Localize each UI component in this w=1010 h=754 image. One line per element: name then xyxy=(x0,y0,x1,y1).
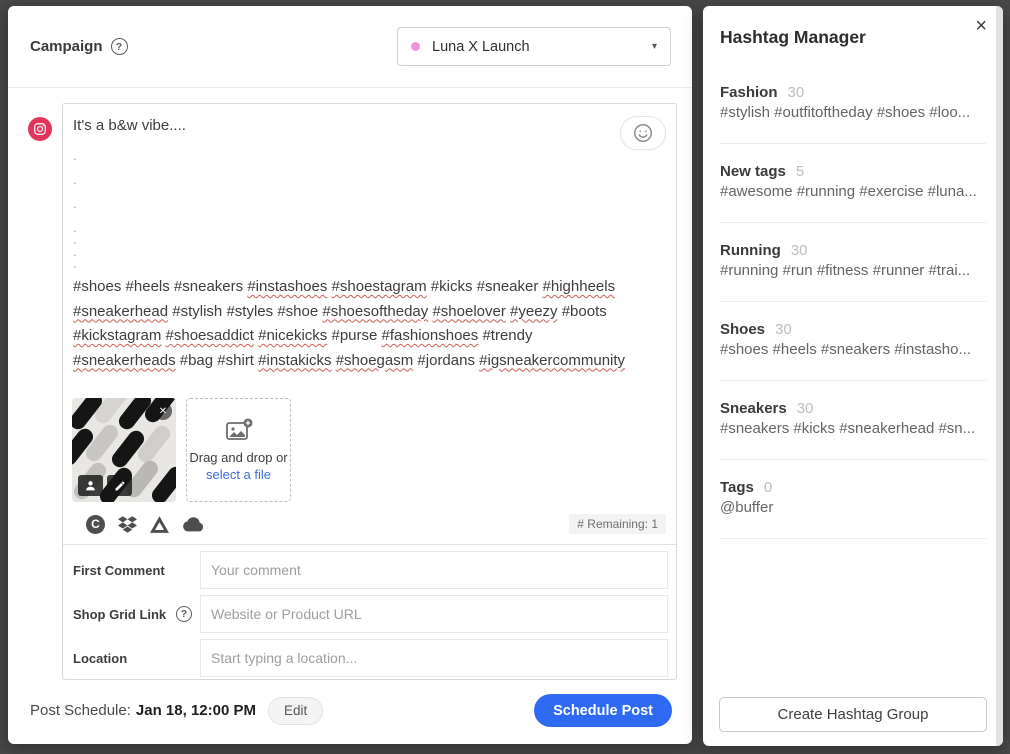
canva-icon[interactable]: C xyxy=(86,515,105,534)
hashtag: #boots xyxy=(562,303,607,320)
hashtag: #kicks xyxy=(431,278,473,295)
remaining-badge: # Remaining: 1 xyxy=(569,514,666,534)
google-drive-icon[interactable] xyxy=(150,516,169,533)
hashtag: #shoegasm xyxy=(336,352,414,369)
hashtag-block: #shoes #heels #sneakers #instashoes #sho… xyxy=(73,275,664,373)
hashtag: #heels xyxy=(126,278,170,295)
select-file-link[interactable]: select a file xyxy=(206,466,271,483)
post-schedule-value: Jan 18, 12:00 PM xyxy=(136,702,256,719)
media-sources-row: C # Remaining: 1 xyxy=(63,504,676,545)
caption-editor-card: It's a b&w vibe.... . . . . . . xyxy=(62,103,677,680)
chevron-down-icon: ▾ xyxy=(652,41,657,52)
hashtag: #shoe xyxy=(277,303,318,320)
hashtag-group-list: Fashion 30 #stylish #outfitoftheday #sho… xyxy=(720,84,986,539)
shop-grid-help-icon[interactable]: ? xyxy=(176,606,192,622)
emoji-picker-button[interactable] xyxy=(620,116,666,150)
composer-header: Campaign ? Luna X Launch ▾ xyxy=(8,6,692,88)
campaign-select[interactable]: Luna X Launch ▾ xyxy=(397,27,671,66)
hashtag: #sneakerheads xyxy=(73,352,176,369)
edit-media-icon[interactable] xyxy=(107,475,132,496)
caption-textarea[interactable]: It's a b&w vibe.... . . . . . . xyxy=(63,104,676,502)
hashtag: #shoestagram xyxy=(332,278,427,295)
add-image-icon xyxy=(225,418,253,442)
hashtag: #shoesaddict xyxy=(166,327,254,344)
hashtag: #instakicks xyxy=(258,352,331,369)
first-comment-row: First Comment Your comment xyxy=(63,550,668,590)
post-composer-modal: Campaign ? Luna X Launch ▾ It's a b&w vi… xyxy=(8,6,692,744)
hashtag: #highheels xyxy=(543,278,616,295)
close-icon[interactable]: × xyxy=(975,16,987,36)
shop-grid-link-input[interactable]: Website or Product URL xyxy=(200,595,668,633)
hashtag: #stylish xyxy=(172,303,222,320)
hashtag: #jordans xyxy=(417,352,475,369)
hashtag: #igsneakercommunity xyxy=(479,352,625,369)
post-schedule-label: Post Schedule: xyxy=(30,702,131,719)
hashtag: #shirt xyxy=(217,352,254,369)
hashtag-group-fashion[interactable]: Fashion 30 #stylish #outfitoftheday #sho… xyxy=(720,84,986,144)
first-comment-input[interactable]: Your comment xyxy=(200,551,668,589)
first-comment-label: First Comment xyxy=(73,563,165,578)
cloud-upload-icon[interactable] xyxy=(182,517,204,532)
composer-footer: Post Schedule: Jan 18, 12:00 PM Edit Sch… xyxy=(8,681,692,744)
hashtag: #yeezy xyxy=(510,303,558,320)
hashtag-manager-panel: × Hashtag Manager Fashion 30 #stylish #o… xyxy=(703,6,1003,746)
hashtag: #bag xyxy=(180,352,213,369)
dropbox-icon[interactable] xyxy=(118,516,137,533)
hashtag: #trendy xyxy=(482,327,532,344)
media-thumbnail[interactable]: ✕ xyxy=(72,398,176,502)
hashtag-group-tags[interactable]: Tags 0 @buffer xyxy=(720,460,986,539)
hashtag-manager-title: Hashtag Manager xyxy=(720,27,986,48)
hashtag: #sneakerhead xyxy=(73,303,168,320)
extra-fields-section: First Comment Your comment Shop Grid Lin… xyxy=(63,545,676,684)
hashtag: #sneakers xyxy=(174,278,243,295)
instagram-icon xyxy=(28,117,52,141)
campaign-help-icon[interactable]: ? xyxy=(111,38,128,55)
media-row: ✕ xyxy=(72,398,664,502)
campaign-label: Campaign xyxy=(30,38,103,55)
panel-scrollbar[interactable] xyxy=(996,6,1003,746)
hashtag: #styles xyxy=(226,303,273,320)
hashtag: #instashoes xyxy=(247,278,327,295)
location-label: Location xyxy=(73,651,127,666)
hashtag: #purse xyxy=(331,327,377,344)
shop-grid-link-row: Shop Grid Link ? Website or Product URL xyxy=(63,594,668,634)
hashtag: #sneaker xyxy=(477,278,539,295)
composer-body: It's a b&w vibe.... . . . . . . xyxy=(8,88,692,681)
hashtag-group-running[interactable]: Running 30 #running #run #fitness #runne… xyxy=(720,223,986,302)
shop-grid-link-label: Shop Grid Link xyxy=(73,607,166,622)
caption-first-line: It's a b&w vibe.... xyxy=(73,116,664,136)
hashtag: #shoes xyxy=(73,278,121,295)
tag-people-icon[interactable] xyxy=(78,475,103,496)
caption-dot-lines: . . . . . . . xyxy=(73,148,664,268)
hashtag: #nicekicks xyxy=(258,327,327,344)
location-input[interactable]: Start typing a location... xyxy=(200,639,668,677)
hashtag: #fashionshoes xyxy=(382,327,479,344)
file-dropzone[interactable]: Drag and drop or select a file xyxy=(186,398,291,502)
campaign-selected-value: Luna X Launch xyxy=(432,39,530,55)
hashtag: #shoesoftheday xyxy=(322,303,428,320)
hashtag-group-sneakers[interactable]: Sneakers 30 #sneakers #kicks #sneakerhea… xyxy=(720,381,986,460)
dropzone-text: Drag and drop or xyxy=(189,449,287,466)
hashtag: #kickstagram xyxy=(73,327,161,344)
location-row: Location Start typing a location... xyxy=(63,638,668,678)
schedule-post-button[interactable]: Schedule Post xyxy=(534,694,672,727)
campaign-color-dot xyxy=(411,42,420,51)
create-hashtag-group-button[interactable]: Create Hashtag Group xyxy=(719,697,987,732)
hashtag-group-new-tags[interactable]: New tags 5 #awesome #running #exercise #… xyxy=(720,144,986,223)
hashtag-group-shoes[interactable]: Shoes 30 #shoes #heels #sneakers #instas… xyxy=(720,302,986,381)
hashtag: #shoelover xyxy=(432,303,505,320)
remove-media-icon[interactable]: ✕ xyxy=(154,402,172,420)
edit-schedule-button[interactable]: Edit xyxy=(268,697,323,725)
